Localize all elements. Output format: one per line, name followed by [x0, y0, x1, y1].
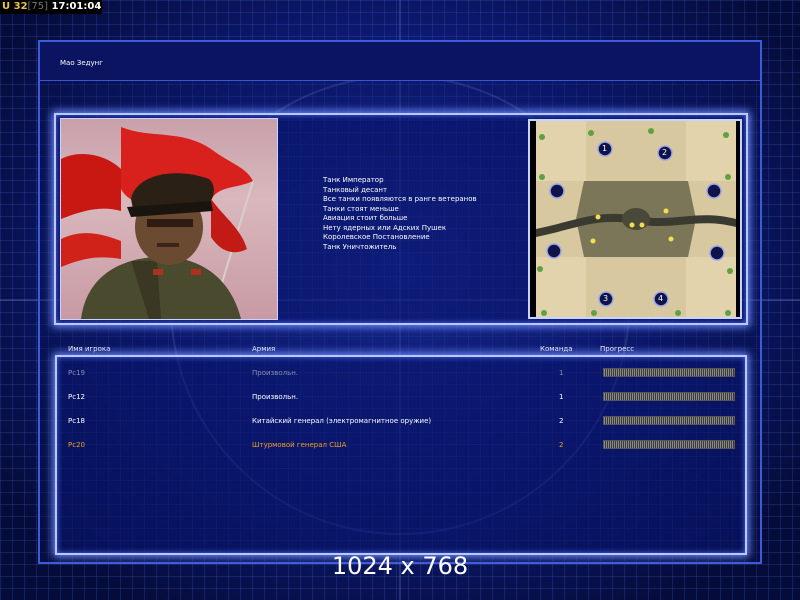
- column-header-army: Армия: [252, 345, 276, 353]
- start-position-label: 2: [662, 148, 668, 157]
- start-position-label: 4: [658, 294, 664, 303]
- player-team: 1: [559, 369, 564, 377]
- bonus-list: Танк Император Танковый десант Все танки…: [323, 176, 477, 252]
- resolution-label: 1024 x 768: [331, 552, 469, 580]
- player-name: Pc19: [68, 369, 85, 377]
- bonus-item: Танковый десант: [323, 185, 388, 194]
- general-name: Мао Зедунг: [60, 59, 103, 67]
- progress-bar: [603, 392, 735, 401]
- map-preview: 1 2 3 4: [528, 119, 742, 319]
- progress-bar: [603, 416, 735, 425]
- portrait-image: [61, 127, 254, 319]
- player-name: Pc20: [68, 441, 85, 449]
- player-name: Pc18: [68, 417, 85, 425]
- player-army: Произвольн.: [252, 393, 299, 401]
- table-row: Pc20 Штурмовой генерал США 2: [0, 439, 800, 451]
- bonus-item: Все танки появляются в ранге ветеранов: [323, 195, 477, 203]
- hud-overlay: U 32[75] 17:01:04: [0, 0, 102, 14]
- player-army: Штурмовой генерал США: [252, 441, 347, 449]
- column-header-team: Команда: [540, 345, 573, 353]
- progress-bar: [603, 440, 735, 449]
- bonus-item: Авиация стоит больше: [323, 214, 408, 222]
- map-image: [536, 121, 736, 317]
- general-portrait: [60, 118, 278, 320]
- hud-bracket-value: [75]: [27, 1, 49, 12]
- table-row: Pc18 Китайский генерал (электромагнитное…: [0, 415, 800, 427]
- hud-prefix: U: [2, 1, 11, 12]
- player-name: Pc12: [68, 393, 85, 401]
- player-army: Китайский генерал (электромагнитное оруж…: [252, 417, 432, 425]
- start-position-label: 1: [602, 144, 608, 153]
- table-row: Pc19 Произвольн. 1: [0, 367, 800, 379]
- hud-time: 17:01:04: [51, 1, 102, 12]
- player-team: 1: [559, 393, 564, 401]
- bonus-item: Танк Император: [323, 176, 384, 184]
- players-panel: [55, 355, 747, 555]
- player-team: 2: [559, 441, 564, 449]
- hud-value: 32: [13, 1, 28, 12]
- bonus-item: Нету ядерных или Адских Пушек: [323, 223, 447, 232]
- column-header-progress: Прогресс: [600, 345, 635, 353]
- player-team: 2: [559, 417, 564, 425]
- progress-bar: [603, 368, 735, 377]
- bonus-item: Танк Уничтожитель: [323, 242, 397, 251]
- column-header-player: Имя игрока: [68, 345, 111, 353]
- player-army: Произвольн.: [252, 369, 299, 377]
- bonus-item: Королевское Постановление: [323, 233, 430, 241]
- title-bar: [40, 42, 760, 81]
- table-row: Pc12 Произвольн. 1: [0, 391, 800, 403]
- start-position-label: 3: [603, 294, 609, 303]
- bonus-item: Танки стоят меньше: [323, 204, 399, 213]
